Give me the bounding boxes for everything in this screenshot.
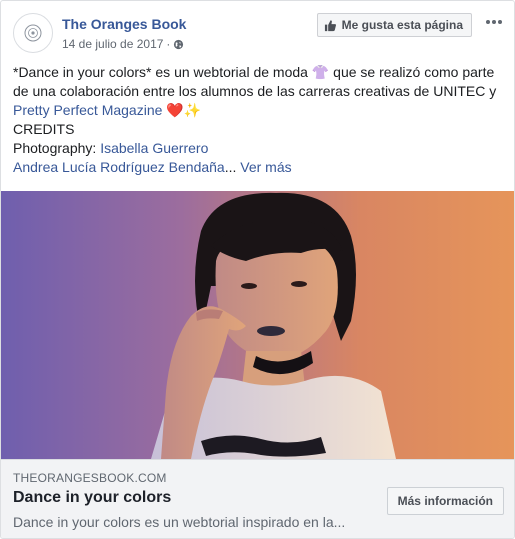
globe-icon[interactable]: [173, 39, 184, 50]
credit-2-link[interactable]: Andrea Lucía Rodríguez Bendaña: [13, 159, 225, 175]
like-page-button[interactable]: Me gusta esta página: [316, 13, 472, 37]
photographer-link[interactable]: Isabella Guerrero: [100, 140, 208, 156]
preview-description: Dance in your colors es un webtorial ins…: [13, 514, 346, 530]
sparkles-emoji-icon: ✨: [183, 102, 202, 118]
heart-emoji-icon: ❤️: [166, 102, 184, 118]
ellipsis: ...: [224, 159, 237, 175]
credits-heading: CREDITS: [13, 121, 75, 137]
meta-separator: ·: [166, 37, 171, 51]
post-text: *Dance in your colors* es un webtorial d…: [13, 63, 503, 177]
page-name-link[interactable]: The Oranges Book: [62, 16, 186, 32]
more-options-icon[interactable]: [484, 15, 504, 29]
photography-label: Photography:: [13, 140, 97, 156]
caption-text-1: *Dance in your colors* es un webtorial d…: [13, 64, 312, 80]
post-meta: 14 de julio de 2017 ·: [62, 37, 184, 51]
post-caption: *Dance in your colors* es un webtorial d…: [13, 63, 503, 120]
preview-domain: THEORANGESBOOK.COM: [13, 471, 167, 485]
thumbs-up-icon: [324, 19, 336, 31]
shirt-emoji-icon: 👚: [311, 64, 330, 80]
link-preview[interactable]: THEORANGESBOOK.COM Dance in your colors …: [1, 459, 514, 538]
photography-credit: Photography: Isabella Guerrero: [13, 139, 503, 158]
see-more-link[interactable]: Ver más: [240, 159, 291, 175]
post-header: The Oranges Book 14 de julio de 2017 · M…: [13, 13, 502, 55]
post-date[interactable]: 14 de julio de 2017: [62, 37, 163, 51]
post-photo[interactable]: [1, 191, 514, 459]
more-info-button[interactable]: Más información: [386, 487, 504, 515]
second-credit: Andrea Lucía Rodríguez Bendaña... Ver má…: [13, 158, 503, 177]
feed-post: The Oranges Book 14 de julio de 2017 · M…: [0, 0, 515, 539]
like-page-label: Me gusta esta página: [341, 18, 463, 32]
oranges-book-logo-icon: [24, 24, 42, 42]
page-avatar[interactable]: [13, 13, 53, 53]
preview-title[interactable]: Dance in your colors: [13, 489, 171, 507]
mention-link[interactable]: Pretty Perfect Magazine: [13, 102, 162, 118]
